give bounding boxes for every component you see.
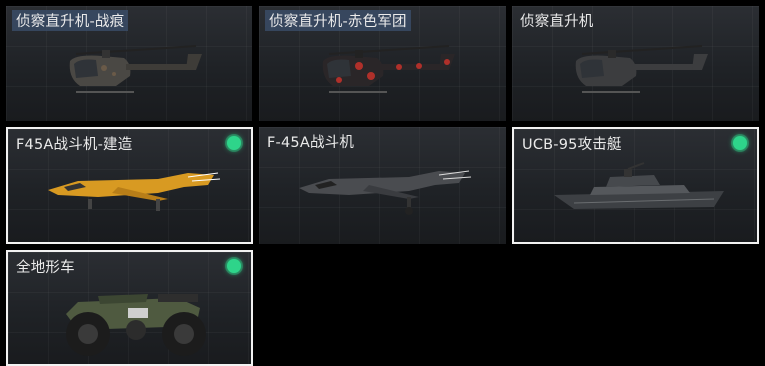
vehicle-name: 侦察直升机-战痕 [12, 10, 129, 31]
vehicle-name: 全地形车 [16, 260, 75, 276]
vehicle-card-scout-heli[interactable]: 侦察直升机 [512, 6, 759, 121]
vehicle-card-f45a-build[interactable]: F45A战斗机-建造 [6, 127, 253, 244]
equipped-indicator-green-dot-icon [227, 259, 241, 273]
vehicle-card-f45a[interactable]: F-45A战斗机 [259, 127, 506, 244]
vehicle-card-ucb95[interactable]: UCB-95攻击艇 [512, 127, 759, 244]
vehicle-name: 侦察直升机 [520, 14, 594, 30]
vehicle-name: UCB-95攻击艇 [522, 137, 622, 153]
vehicle-name: F45A战斗机-建造 [16, 137, 133, 153]
equipped-indicator-green-dot-icon [227, 136, 241, 150]
vehicle-card-scout-heli-red[interactable]: 侦察直升机-赤色军团 [259, 6, 506, 121]
vehicle-name: F-45A战斗机 [267, 135, 355, 151]
vehicle-name: 侦察直升机-赤色军团 [265, 10, 411, 31]
vehicle-card-atv[interactable]: 全地形车 [6, 250, 253, 366]
vehicle-card-scout-heli-battle[interactable]: 侦察直升机-战痕 [6, 6, 252, 121]
equipped-indicator-green-dot-icon [733, 136, 747, 150]
